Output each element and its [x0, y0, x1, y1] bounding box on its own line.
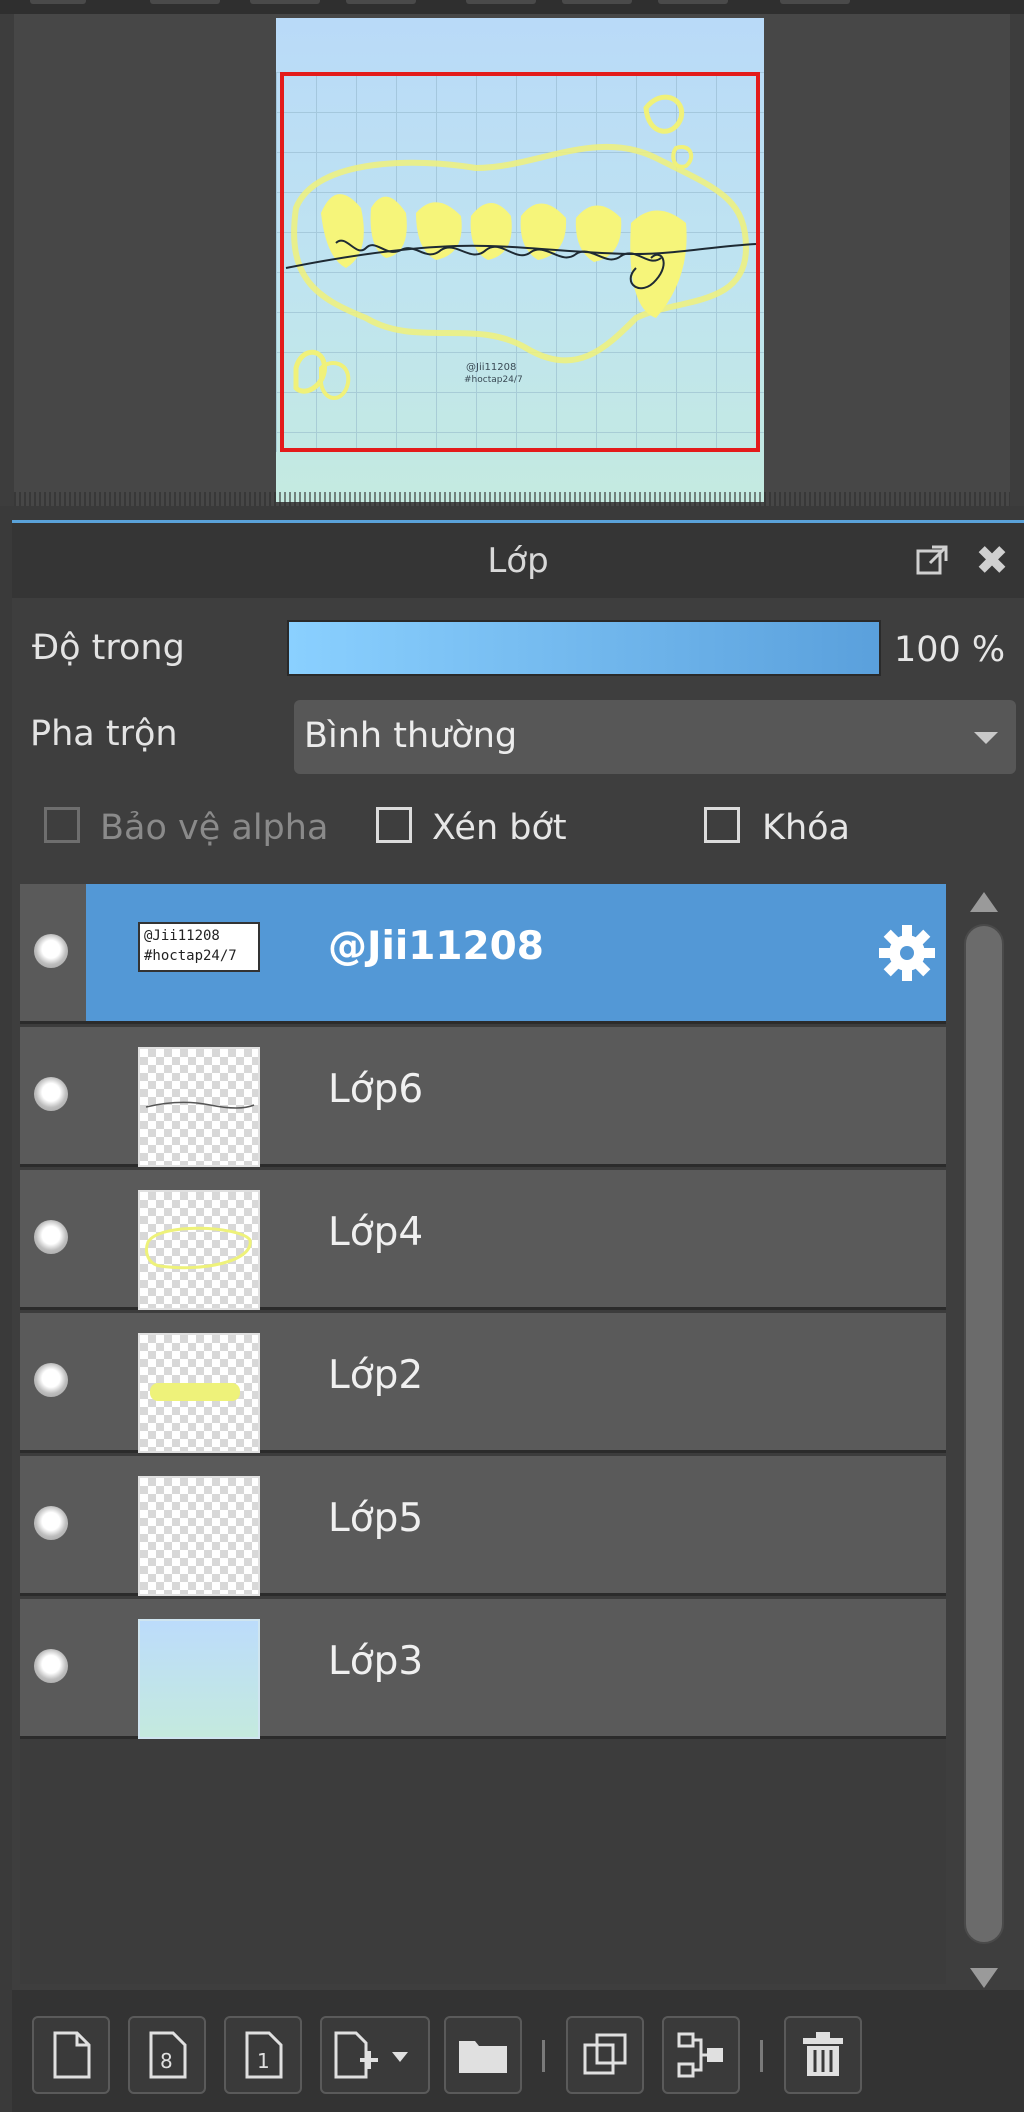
new-layer-button[interactable] — [32, 2016, 110, 2094]
layer-row[interactable]: Lớp4 — [20, 1170, 946, 1310]
clip-label: Xén bớt — [432, 808, 567, 848]
layer-name[interactable]: Lớp4 — [328, 1210, 423, 1255]
scrollbar-thumb[interactable] — [964, 924, 1004, 1944]
alpha-protect-checkbox[interactable] — [44, 807, 80, 843]
layer-toolbar: 8 1 — [12, 1990, 1024, 2112]
new-folder-button[interactable] — [444, 2016, 522, 2094]
layer-row[interactable]: Lớp6 — [20, 1027, 946, 1167]
toolbar-separator — [542, 2040, 545, 2072]
toolbar-stub[interactable] — [30, 0, 86, 4]
visibility-toggle-icon[interactable] — [34, 1077, 68, 1111]
scroll-up-icon[interactable] — [970, 892, 998, 912]
opacity-value: 100 % — [894, 630, 1006, 670]
add-layer-menu-button[interactable] — [320, 2016, 430, 2094]
layer-thumbnail — [138, 1476, 260, 1596]
layer-1bit-icon: 1 — [245, 2031, 283, 2079]
layer-thumbnail — [138, 1333, 260, 1453]
layer-name[interactable]: @Jii11208 — [328, 924, 544, 969]
opacity-slider[interactable] — [287, 620, 881, 676]
blend-mode-select[interactable]: Bình thường — [294, 700, 1016, 774]
toolbar-stub[interactable] — [466, 0, 536, 4]
gear-icon[interactable] — [874, 920, 940, 986]
lock-checkbox[interactable] — [704, 807, 740, 843]
merge-down-icon — [677, 2032, 723, 2078]
visibility-toggle-icon[interactable] — [34, 934, 68, 968]
visibility-toggle-icon[interactable] — [34, 1363, 68, 1397]
thumb-text: @Jii11208 #hoctap24/7 — [144, 928, 237, 964]
layer-row[interactable]: Lớp2 — [20, 1313, 946, 1453]
new-page-icon — [53, 2031, 91, 2079]
new-8bit-layer-button[interactable]: 8 — [128, 2016, 206, 2094]
layer-name[interactable]: Lớp3 — [328, 1639, 423, 1684]
layer-row[interactable]: Lớp5 — [20, 1456, 946, 1596]
layer-name[interactable]: Lớp6 — [328, 1067, 423, 1112]
layer-name[interactable]: Lớp2 — [328, 1353, 423, 1398]
folder-icon — [459, 2041, 507, 2073]
layer-row[interactable]: @Jii11208 #hoctap24/7 @Jii11208 — [20, 884, 946, 1024]
scroll-down-icon[interactable] — [970, 1968, 998, 1988]
opacity-label: Độ trong — [32, 628, 185, 668]
panel-title: Lớp — [487, 541, 549, 581]
layer-8bit-icon: 8 — [149, 2031, 187, 2079]
layer-scrollbar[interactable] — [956, 884, 1012, 1994]
panel-header: Lớp ✖ — [12, 520, 1024, 598]
layer-thumbnail — [138, 1047, 260, 1167]
add-layer-dropdown-icon — [334, 2031, 408, 2079]
duplicate-icon — [583, 2033, 627, 2075]
toolbar-stub[interactable] — [346, 0, 416, 4]
close-icon[interactable]: ✖ — [972, 541, 1012, 581]
layer-row[interactable]: Lớp3 — [20, 1599, 946, 1739]
navigator-panel[interactable]: @Jii11208 #hoctap24/7 — [0, 14, 1024, 506]
layer-panel: Lớp ✖ Độ trong 100 % Pha trộn Bình thườn… — [12, 520, 1024, 2112]
duplicate-layer-button[interactable] — [566, 2016, 644, 2094]
layer-name[interactable]: Lớp5 — [328, 1496, 423, 1541]
toolbar-stub[interactable] — [250, 0, 320, 4]
panel-resize-handle[interactable] — [14, 492, 1010, 506]
toolbar-stub[interactable] — [780, 0, 850, 4]
layer-thumbnail: @Jii11208 #hoctap24/7 — [138, 922, 260, 972]
toolbar-stub[interactable] — [658, 0, 728, 4]
popout-icon[interactable] — [912, 541, 952, 581]
merge-layer-button[interactable] — [662, 2016, 740, 2094]
visibility-toggle-icon[interactable] — [34, 1649, 68, 1683]
lock-label: Khóa — [762, 808, 850, 848]
canvas-preview[interactable]: @Jii11208 #hoctap24/7 — [276, 18, 764, 502]
alpha-protect-label: Bảo vệ alpha — [100, 808, 329, 848]
visibility-toggle-icon[interactable] — [34, 1506, 68, 1540]
visibility-toggle-icon[interactable] — [34, 1220, 68, 1254]
blend-label: Pha trộn — [30, 714, 178, 754]
toolbar-stub[interactable] — [562, 0, 632, 4]
new-1bit-layer-button[interactable]: 1 — [224, 2016, 302, 2094]
blend-mode-value: Bình thường — [304, 716, 518, 756]
toolbar-stub[interactable] — [150, 0, 220, 4]
viewport-frame[interactable] — [280, 72, 760, 452]
clip-checkbox[interactable] — [376, 807, 412, 843]
delete-layer-button[interactable] — [784, 2016, 862, 2094]
trash-icon — [803, 2032, 843, 2076]
layer-thumbnail — [138, 1619, 260, 1739]
layer-list: @Jii11208 #hoctap24/7 @Jii11208 Lớp6 Lớp… — [20, 884, 946, 1984]
toolbar-separator — [760, 2040, 763, 2072]
svg-text:8: 8 — [160, 2049, 173, 2073]
top-toolbar-strip — [0, 0, 1024, 14]
layer-thumbnail — [138, 1190, 260, 1310]
svg-text:1: 1 — [257, 2049, 270, 2073]
chevron-down-icon — [974, 732, 998, 744]
